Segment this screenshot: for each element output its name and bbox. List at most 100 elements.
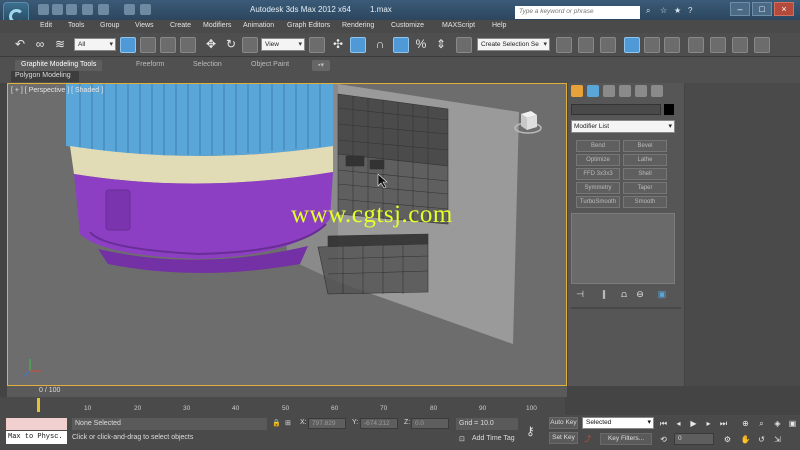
hierarchy-tab-icon[interactable] <box>603 85 615 97</box>
menu-graph-editors[interactable]: Graph Editors <box>287 22 330 29</box>
modifier-smooth-button[interactable]: Smooth <box>623 196 667 208</box>
select-manipulate-icon[interactable]: ✣ <box>330 37 346 53</box>
tab-freeform[interactable]: Freeform <box>130 60 170 71</box>
binoculars-icon[interactable]: ⌕ <box>646 6 656 16</box>
angle-snap-icon[interactable] <box>393 37 409 53</box>
material-editor-icon[interactable] <box>688 37 704 53</box>
make-unique-icon[interactable]: ⩍ <box>618 289 630 301</box>
edit-named-selection-icon[interactable] <box>456 37 472 53</box>
go-to-end-icon[interactable]: ⏭ <box>718 418 729 429</box>
modifier-lathe-button[interactable]: Lathe <box>623 154 667 166</box>
maximize-viewport-icon[interactable]: ▣ <box>787 418 798 429</box>
render-setup-icon[interactable] <box>710 37 726 53</box>
modifier-symmetry-button[interactable]: Symmetry <box>576 182 620 194</box>
absolute-mode-icon[interactable]: ⊞ <box>285 419 291 427</box>
play-icon[interactable]: ▶ <box>688 418 699 429</box>
remove-modifier-icon[interactable]: ⊖ <box>634 289 646 301</box>
modifier-shell-button[interactable]: Shell <box>623 168 667 180</box>
curve-editor-icon[interactable] <box>644 37 660 53</box>
menu-group[interactable]: Group <box>100 22 119 29</box>
modifier-stack-view[interactable] <box>571 213 675 284</box>
field-of-view-icon[interactable]: ◈ <box>772 418 783 429</box>
current-frame-marker[interactable] <box>37 398 40 412</box>
viewport-label[interactable]: [ + ] [ Perspective ] [ Shaded ] <box>11 87 103 94</box>
rectangular-selection-icon[interactable] <box>160 37 176 53</box>
z-coordinate-field[interactable]: 0.0 <box>411 418 449 429</box>
key-filters-button[interactable]: Key Filters... <box>600 433 652 445</box>
orbit-icon[interactable]: ↺ <box>756 434 767 445</box>
select-and-link-icon[interactable]: ∞ <box>32 37 48 53</box>
pin-stack-icon[interactable]: ⊣ <box>574 289 586 301</box>
display-tab-icon[interactable] <box>635 85 647 97</box>
align-icon[interactable] <box>578 37 594 53</box>
modifier-bevel-button[interactable]: Bevel <box>623 140 667 152</box>
walk-through-icon[interactable]: ⇲ <box>772 434 783 445</box>
key-icon[interactable]: ⚷ <box>526 424 535 438</box>
lock-selection-icon[interactable]: 🔒 <box>272 419 281 427</box>
zoom-extents-icon[interactable]: ⊕ <box>740 418 751 429</box>
motion-tab-icon[interactable] <box>619 85 631 97</box>
pan-view-icon[interactable]: ✋ <box>740 434 751 445</box>
tab-graphite-modeling-tools[interactable]: Graphite Modeling Tools <box>15 60 103 71</box>
maxscript-mini-listener[interactable] <box>6 418 67 430</box>
key-mode-dropdown[interactable]: Selected <box>582 417 654 429</box>
select-object-icon[interactable] <box>120 37 136 53</box>
tab-object-paint[interactable]: Object Paint <box>245 60 295 71</box>
maximize-button[interactable]: □ <box>752 2 772 16</box>
y-coordinate-field[interactable]: -674.212 <box>360 418 398 429</box>
search-input[interactable]: Type a keyword or phrase <box>515 6 640 19</box>
scale-icon[interactable] <box>242 37 258 53</box>
menu-customize[interactable]: Customize <box>391 22 424 29</box>
modifier-ffd-button[interactable]: FFD 3x3x3 <box>576 168 620 180</box>
modifier-bend-button[interactable]: Bend <box>576 140 620 152</box>
modifier-taper-button[interactable]: Taper <box>623 182 667 194</box>
select-by-name-icon[interactable] <box>140 37 156 53</box>
mirror-icon[interactable] <box>556 37 572 53</box>
maxscript-listener-field[interactable]: Max to Physc. <box>6 431 67 444</box>
schematic-view-icon[interactable] <box>664 37 680 53</box>
open-file-icon[interactable] <box>52 4 63 15</box>
menu-create[interactable]: Create <box>170 22 191 29</box>
minimize-button[interactable]: – <box>730 2 750 16</box>
object-color-swatch[interactable] <box>664 104 674 115</box>
favorites-icon[interactable]: ★ <box>674 6 684 16</box>
quick-access-dropdown-icon[interactable] <box>140 4 151 15</box>
ribbon-options-icon[interactable]: ▪▾ <box>312 60 330 71</box>
percent-snap-icon[interactable]: % <box>413 37 429 53</box>
render-production-icon[interactable] <box>754 37 770 53</box>
modify-tab-icon[interactable] <box>587 85 599 97</box>
move-icon[interactable]: ✥ <box>203 37 219 53</box>
menu-edit[interactable]: Edit <box>40 22 52 29</box>
close-button[interactable]: × <box>774 2 794 16</box>
menu-tools[interactable]: Tools <box>68 22 84 29</box>
configure-modifier-sets-icon[interactable]: ▣ <box>656 289 668 301</box>
current-frame-field[interactable]: 0 <box>674 433 714 445</box>
new-file-icon[interactable] <box>38 4 49 15</box>
rotate-icon[interactable]: ↻ <box>223 37 239 53</box>
pivot-center-icon[interactable] <box>309 37 325 53</box>
zoom-icon[interactable]: ⌕ <box>756 418 767 429</box>
named-selection-sets-dropdown[interactable]: Create Selection Se <box>477 38 550 51</box>
help-icon[interactable]: ? <box>688 6 698 16</box>
set-key-button[interactable]: Set Key <box>549 432 578 444</box>
menu-animation[interactable]: Animation <box>243 22 274 29</box>
add-time-tag-button[interactable]: Add Time Tag <box>472 435 515 442</box>
selection-filter-dropdown[interactable]: All <box>74 38 116 51</box>
tab-selection[interactable]: Selection <box>187 60 228 71</box>
rendered-frame-window-icon[interactable] <box>732 37 748 53</box>
auto-key-button[interactable]: Auto Key <box>549 417 578 429</box>
menu-rendering[interactable]: Rendering <box>342 22 374 29</box>
unlink-icon[interactable]: ≋ <box>52 37 68 53</box>
menu-views[interactable]: Views <box>135 22 154 29</box>
graphite-toggle-icon[interactable] <box>624 37 640 53</box>
window-crossing-icon[interactable] <box>180 37 196 53</box>
key-mode-toggle-icon[interactable]: ⟲ <box>658 434 669 445</box>
modifier-turbosmooth-button[interactable]: TurboSmooth <box>576 196 620 208</box>
snaps-toggle-icon[interactable]: ∩ <box>372 37 388 53</box>
next-frame-icon[interactable]: ▸ <box>703 418 714 429</box>
subscription-icon[interactable]: ☆ <box>660 6 670 16</box>
undo-icon[interactable] <box>82 4 93 15</box>
redo-icon[interactable] <box>98 4 109 15</box>
spinner-snap-icon[interactable]: ⇕ <box>433 37 449 53</box>
keyboard-shortcut-override-icon[interactable] <box>350 37 366 53</box>
